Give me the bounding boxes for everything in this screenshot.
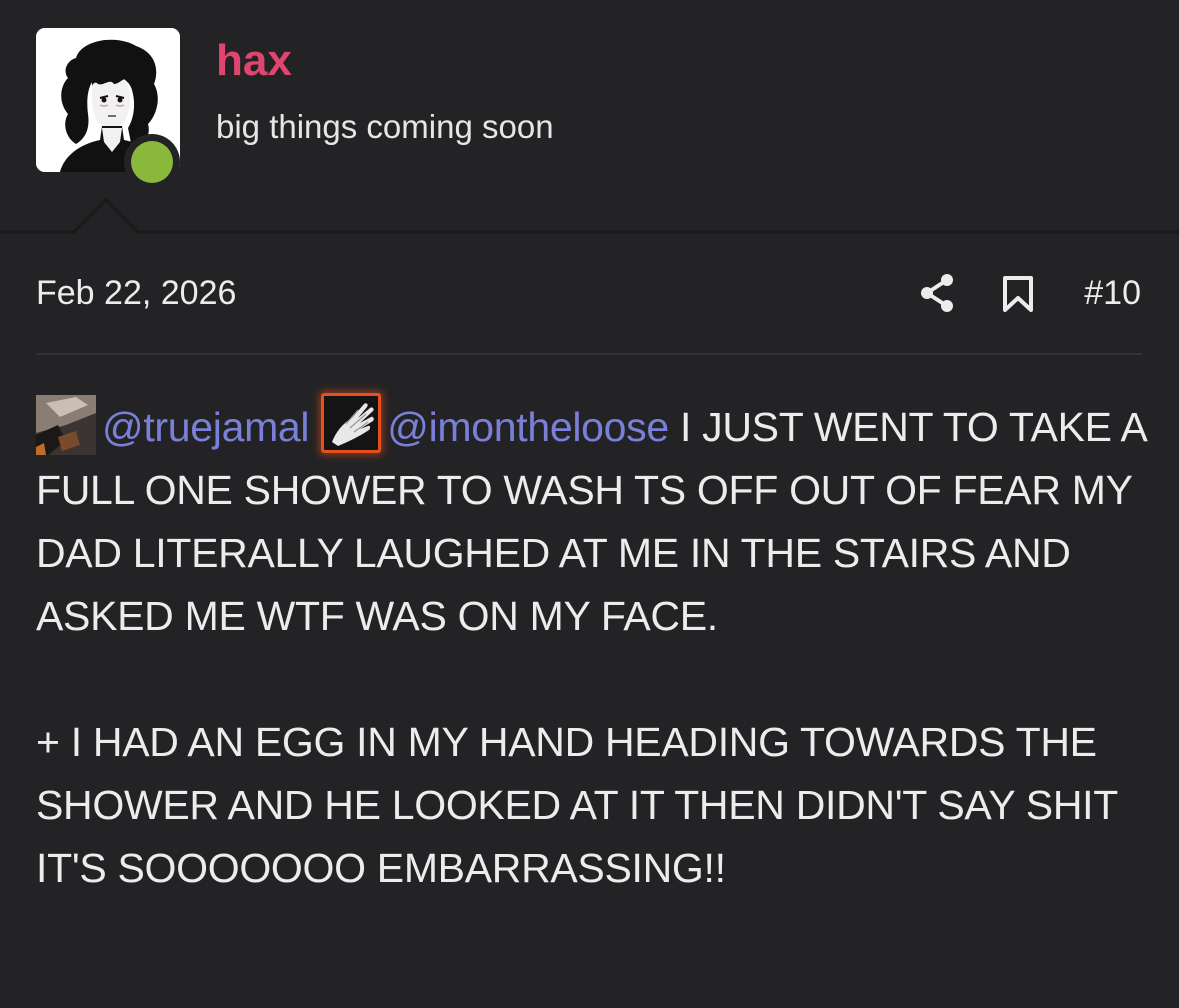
post-number[interactable]: #10 — [1084, 272, 1141, 314]
mention-link[interactable]: @imontheloose — [387, 404, 669, 450]
share-icon[interactable] — [916, 270, 958, 316]
user-title: big things coming soon — [216, 108, 554, 145]
meta-divider — [36, 353, 1142, 355]
mention-avatar-imontheloose[interactable] — [321, 393, 382, 453]
online-status-icon — [124, 134, 180, 190]
username[interactable]: hax — [216, 36, 292, 86]
mention-avatar-truejamal[interactable] — [36, 395, 96, 455]
bookmark-icon[interactable] — [997, 270, 1039, 316]
header-divider — [0, 198, 1179, 234]
post-date[interactable]: Feb 22, 2026 — [36, 272, 236, 314]
post-paragraph-1: @truejamal @imontheloose I JUST WENT TO … — [36, 393, 1146, 648]
forum-post-page: hax big things coming soon Feb 22, 2026 … — [0, 0, 1179, 1008]
mention-link[interactable]: @truejamal — [102, 404, 310, 450]
post-body: @truejamal @imontheloose I JUST WENT TO … — [36, 393, 1146, 900]
user-header: hax big things coming soon — [0, 0, 1179, 234]
post-paragraph-2: + I HAD AN EGG IN MY HAND HEADING TOWARD… — [36, 719, 1118, 891]
